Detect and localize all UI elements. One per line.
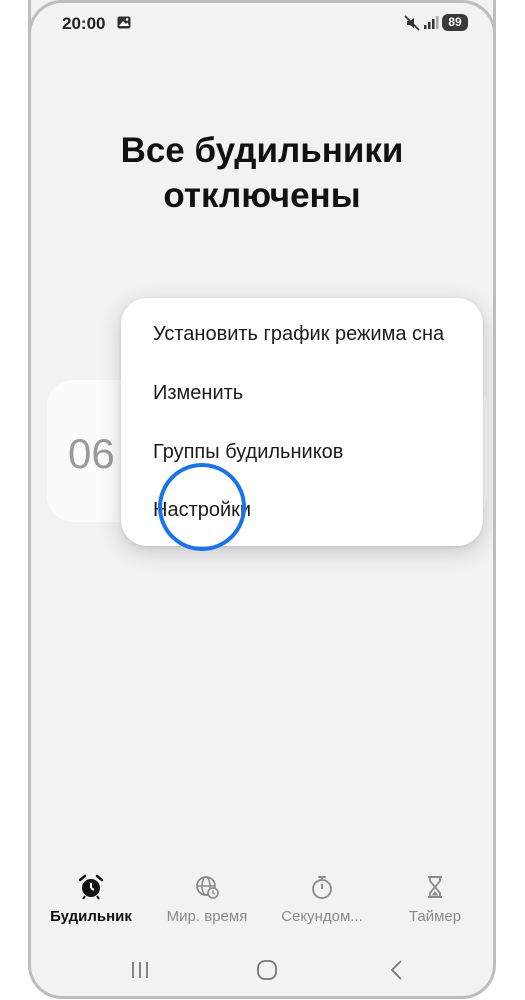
- tab-stopwatch[interactable]: Секундом...: [264, 870, 380, 925]
- headline-line-2: отключены: [163, 176, 361, 215]
- globe-clock-icon: [196, 876, 219, 899]
- overflow-menu: Установить график режима сна Изменить Гр…: [121, 298, 483, 546]
- menu-item-settings[interactable]: Настройки: [153, 499, 251, 522]
- system-nav-bar: [31, 950, 493, 990]
- headline-line-1: Все будильники: [120, 131, 404, 170]
- alarm-clock-icon: [78, 874, 104, 900]
- tab-label: Будильник: [50, 908, 132, 925]
- menu-item-sleep-schedule[interactable]: Установить график режима сна: [153, 323, 444, 346]
- tab-timer[interactable]: Таймер: [377, 870, 493, 925]
- menu-item-edit[interactable]: Изменить: [153, 382, 243, 405]
- phone-screen: 20:00 89 Все будильники отключены 06 Уст…: [28, 0, 496, 999]
- signal-icon: [424, 16, 439, 29]
- recents-icon[interactable]: [125, 958, 155, 982]
- gallery-icon: [117, 16, 131, 29]
- tab-label: Секундом...: [281, 908, 363, 925]
- menu-item-alarm-groups[interactable]: Группы будильников: [153, 441, 343, 464]
- tab-label: Таймер: [408, 908, 462, 925]
- back-icon[interactable]: [382, 958, 412, 982]
- tab-world-clock[interactable]: Мир. время: [149, 870, 265, 925]
- stopwatch-icon: [312, 876, 332, 899]
- alarm-time: 06: [68, 430, 115, 477]
- page-title: Все будильники отключены: [31, 128, 493, 218]
- mute-icon: [404, 15, 420, 31]
- bottom-nav: Будильник Мир. время Секундом... Таймер: [31, 870, 493, 930]
- home-icon[interactable]: [252, 958, 282, 982]
- hourglass-icon: [428, 876, 442, 898]
- tab-label: Мир. время: [166, 908, 248, 925]
- tab-alarm[interactable]: Будильник: [33, 870, 149, 925]
- status-bar: 20:00 89: [31, 0, 493, 46]
- status-time: 20:00: [62, 14, 106, 33]
- battery-icon: 89: [442, 14, 468, 31]
